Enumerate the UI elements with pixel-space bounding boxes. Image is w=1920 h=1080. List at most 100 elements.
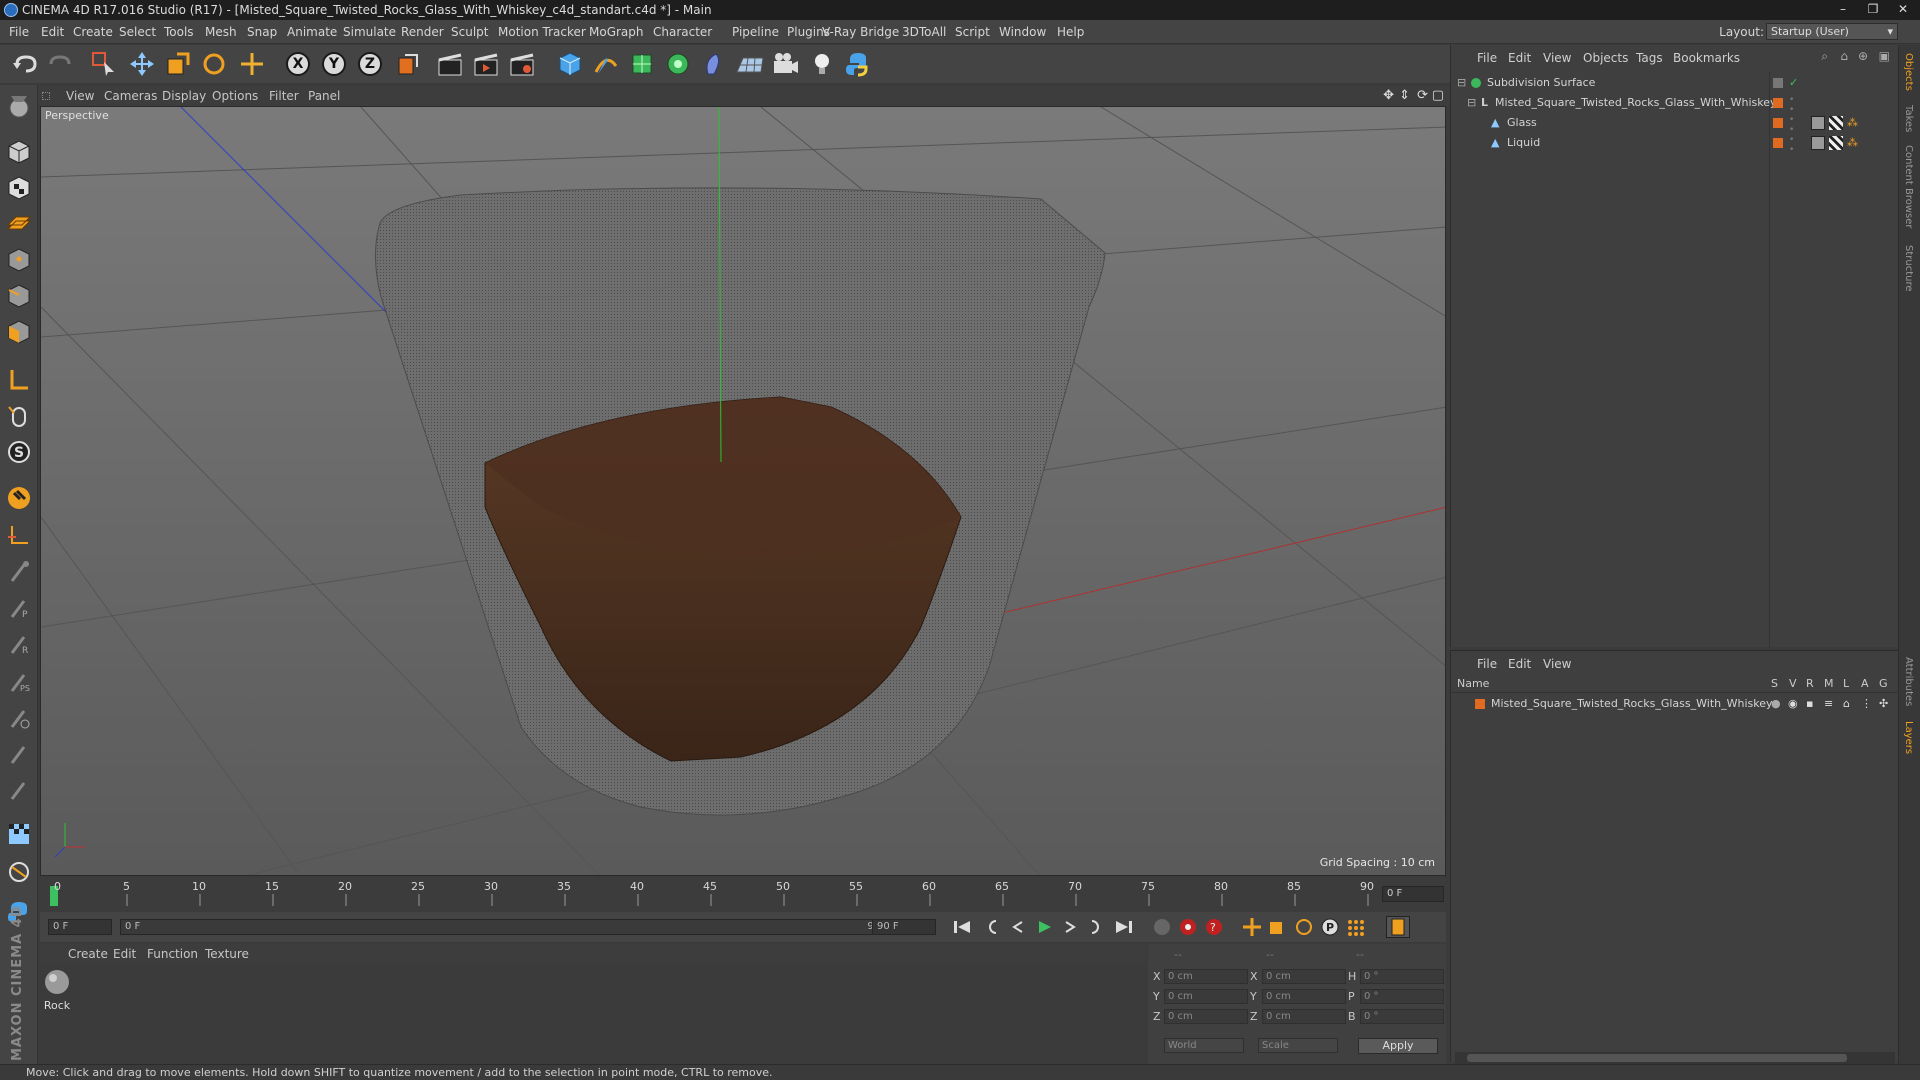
edges-mode-button[interactable] — [4, 281, 34, 311]
render-view-button[interactable] — [434, 49, 466, 79]
menu-file[interactable]: File — [9, 20, 29, 44]
layers-menu-edit[interactable]: Edit — [1508, 657, 1531, 671]
layers-menu-view[interactable]: View — [1543, 657, 1571, 671]
objects-menu-objects[interactable]: Objects — [1583, 51, 1628, 65]
object-row-subdivision[interactable]: ⊟ Subdivision Surface ✓ — [1451, 73, 1899, 93]
layer-col-name[interactable]: Name — [1457, 677, 1489, 690]
tab-takes[interactable]: Takes — [1903, 105, 1914, 132]
rot-b-field[interactable]: 0 ° — [1360, 1009, 1444, 1024]
menu-mograph[interactable]: MoGraph — [589, 20, 644, 44]
maximize-button[interactable]: ❐ — [1858, 0, 1888, 18]
objects-menu-file[interactable]: File — [1477, 51, 1497, 65]
scale-tool-button[interactable] — [162, 49, 194, 79]
solo-icon[interactable]: ● — [1771, 694, 1781, 714]
menu-script[interactable]: Script — [955, 20, 990, 44]
tab-layers[interactable]: Layers — [1903, 721, 1914, 754]
menu-window[interactable]: Window — [999, 20, 1046, 44]
texture-tag-icon[interactable] — [1829, 136, 1843, 150]
next-frame-button[interactable] — [1058, 916, 1082, 938]
visibility-dots-icon[interactable]: • • — [1789, 135, 1794, 155]
layer-row[interactable]: Misted_Square_Twisted_Rocks_Glass_With_W… — [1451, 694, 1899, 714]
uv-checker-button[interactable] — [4, 819, 34, 849]
key-scale-button[interactable] — [1266, 916, 1290, 938]
menu-snap[interactable]: Snap — [247, 20, 277, 44]
lock-icon[interactable]: ⌂ — [1843, 694, 1850, 714]
material-menu-create[interactable]: Create — [68, 944, 108, 964]
tweak-mode-button[interactable] — [4, 401, 34, 431]
layer-color-swatch[interactable] — [1773, 98, 1783, 108]
polygons-mode-button[interactable] — [4, 317, 34, 347]
menu-help[interactable]: Help — [1057, 20, 1084, 44]
visible-eye-icon[interactable]: ◉ — [1788, 694, 1798, 714]
x-axis-button[interactable]: X — [282, 49, 314, 79]
tree-collapse-icon[interactable]: ⊟ — [1467, 93, 1476, 113]
previous-frame-button[interactable] — [1006, 916, 1030, 938]
visibility-dots-icon[interactable]: • • — [1789, 95, 1794, 115]
sculpt-tool-6[interactable] — [4, 739, 34, 769]
key-pla-button[interactable] — [1344, 916, 1368, 938]
size-x-field[interactable]: 0 cm — [1262, 969, 1346, 984]
layer-col-v[interactable]: V — [1789, 677, 1797, 690]
home-icon[interactable]: ⌂ — [1840, 49, 1848, 63]
rot-h-field[interactable]: 0 ° — [1360, 969, 1444, 984]
menu-pipeline[interactable]: Pipeline — [732, 20, 779, 44]
recent-tool-button[interactable] — [236, 49, 268, 79]
snap-button[interactable]: S — [4, 437, 34, 467]
objects-menu-view[interactable]: View — [1543, 51, 1571, 65]
phong-tag-icon[interactable]: ⁂ — [1847, 113, 1858, 133]
tree-collapse-icon[interactable]: ⊟ — [1457, 73, 1466, 93]
points-mode-button[interactable] — [4, 245, 34, 275]
objects-menu-bookmarks[interactable]: Bookmarks — [1673, 51, 1740, 65]
material-menu-edit[interactable]: Edit — [113, 944, 136, 964]
magnet-button[interactable] — [4, 483, 34, 513]
texture-tag-icon[interactable] — [1829, 116, 1843, 130]
rot-p-field[interactable]: 0 ° — [1360, 989, 1444, 1004]
go-to-start-button[interactable] — [950, 916, 974, 938]
undo-button[interactable] — [10, 49, 42, 79]
minimize-button[interactable]: – — [1828, 0, 1858, 18]
render-icon[interactable]: ▪ — [1806, 694, 1813, 714]
menu-animate[interactable]: Animate — [287, 20, 337, 44]
layers-menu-file[interactable]: File — [1477, 657, 1497, 671]
y-axis-button[interactable]: Y — [318, 49, 350, 79]
material-menu-texture[interactable]: Texture — [205, 944, 249, 964]
viewport-menu-display[interactable]: Display — [162, 86, 206, 106]
key-parameter-button[interactable]: P — [1318, 916, 1342, 938]
viewport-maximize-icon[interactable]: ▢ — [1432, 88, 1444, 103]
generator-icon[interactable]: ✣ — [1879, 694, 1888, 714]
size-y-field[interactable]: 0 cm — [1262, 989, 1346, 1004]
live-selection-button[interactable] — [88, 49, 120, 79]
menu-edit[interactable]: Edit — [41, 20, 64, 44]
subdivision-button[interactable] — [626, 49, 658, 79]
timeline-window-button[interactable] — [1386, 916, 1410, 938]
viewport-rotate-icon[interactable]: ⟳ — [1417, 88, 1428, 103]
viewport-menu-cameras[interactable]: Cameras — [104, 86, 157, 106]
pos-z-field[interactable]: 0 cm — [1164, 1009, 1248, 1024]
sculpt-tool-2[interactable]: P — [4, 593, 34, 623]
play-button[interactable] — [1032, 916, 1056, 938]
layer-col-s[interactable]: S — [1771, 677, 1778, 690]
menu-mesh[interactable]: Mesh — [205, 20, 237, 44]
menu-create[interactable]: Create — [73, 20, 113, 44]
sculpt-tool-7[interactable] — [4, 775, 34, 805]
viewport-menu-filter[interactable]: Filter — [269, 86, 299, 106]
layer-col-r[interactable]: R — [1806, 677, 1814, 690]
current-frame-input[interactable]: 0 F — [48, 919, 112, 935]
layer-color-swatch[interactable] — [1773, 78, 1783, 88]
layer-col-a[interactable]: A — [1861, 677, 1869, 690]
viewport-menu-panel[interactable]: Panel — [308, 86, 340, 106]
sculpt-tool-5[interactable] — [4, 703, 34, 733]
menu-3dtoall[interactable]: 3DToAll — [902, 20, 946, 44]
coordinate-system-button[interactable] — [392, 49, 424, 79]
tab-objects[interactable]: Objects — [1903, 53, 1914, 91]
make-editable-button[interactable] — [4, 91, 34, 121]
motion-record-button[interactable] — [1150, 916, 1174, 938]
move-tool-button[interactable] — [126, 49, 158, 79]
menu-sculpt[interactable]: Sculpt — [451, 20, 488, 44]
cube-button[interactable] — [554, 49, 586, 79]
search-icon[interactable]: ⌕ — [1821, 49, 1828, 64]
render-settings-button[interactable] — [506, 49, 538, 79]
coordinate-mode-select[interactable]: World — [1164, 1038, 1244, 1053]
tab-content-browser[interactable]: Content Browser — [1903, 145, 1914, 228]
objects-menu-tags[interactable]: Tags — [1636, 51, 1663, 65]
